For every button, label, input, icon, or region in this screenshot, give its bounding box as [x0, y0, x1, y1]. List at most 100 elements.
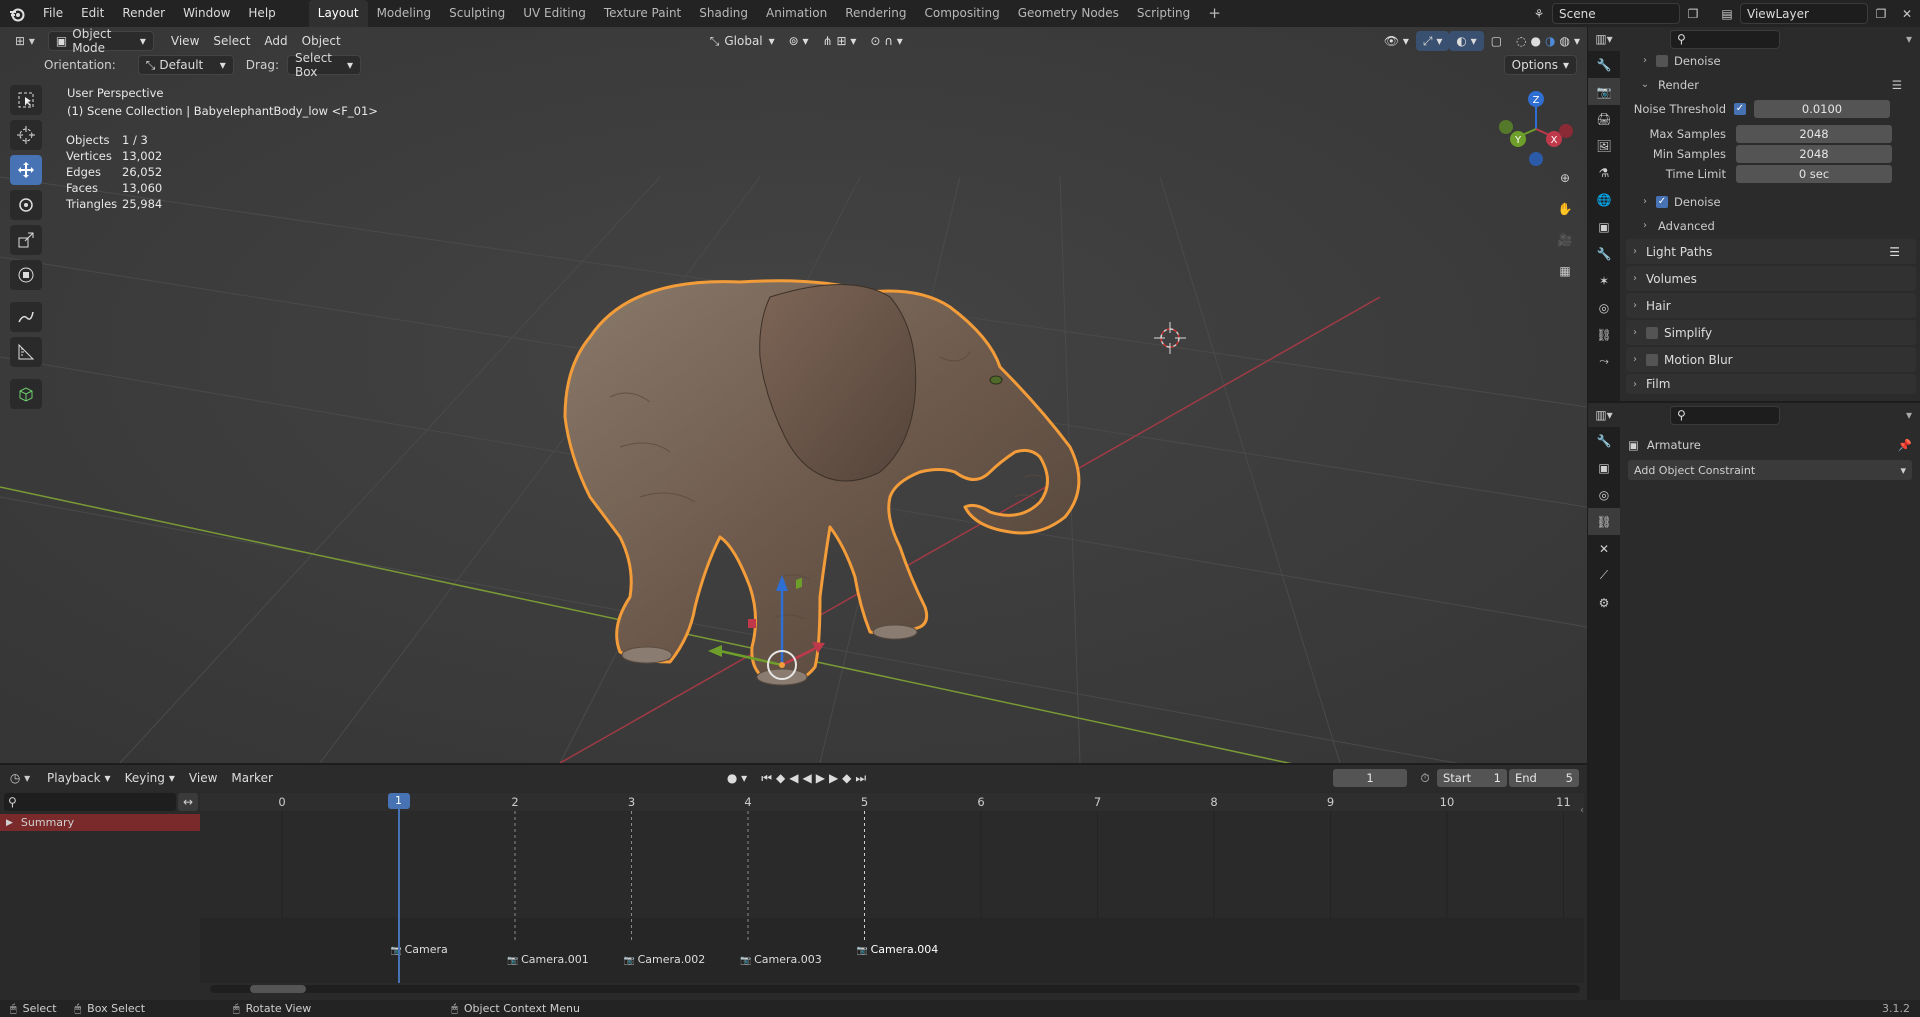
particles-tab-icon[interactable]: ✶	[1588, 267, 1620, 294]
jump-end-icon[interactable]: ⏭	[855, 771, 870, 786]
zoom-view-icon[interactable]: ⊕	[1552, 165, 1578, 191]
time-limit-field[interactable]: 0 sec	[1736, 164, 1892, 183]
pivot-point-icon[interactable]: ⊚ ▾	[782, 31, 816, 51]
physics-tab-icon[interactable]: ◎	[1588, 294, 1620, 321]
editor-type-icon[interactable]: ◷ ▾	[0, 771, 40, 785]
timeline-search-input[interactable]: ⚲	[4, 793, 176, 811]
add-workspace-button[interactable]: +	[1199, 0, 1230, 27]
denoise-top-row[interactable]: › Denoise	[1626, 51, 1916, 70]
min-samples-field[interactable]: 2048	[1736, 144, 1892, 163]
tab-geometry-nodes[interactable]: Geometry Nodes	[1009, 0, 1128, 27]
move-tool-icon[interactable]	[10, 155, 42, 185]
summary-channel[interactable]: ▶ Summary	[0, 814, 200, 831]
camera-marker[interactable]: 📷 Camera.003	[740, 953, 822, 966]
solid-shading-icon[interactable]: ●	[1531, 34, 1541, 48]
chevron-down-icon[interactable]: ▾	[1906, 32, 1912, 46]
tab-rendering[interactable]: Rendering	[836, 0, 915, 27]
tool-tab-icon[interactable]: 🔧	[1588, 51, 1620, 78]
playhead-frame[interactable]: 1	[387, 793, 410, 809]
tool-tab-icon[interactable]: 🔧	[1588, 427, 1620, 454]
measure-tool-icon[interactable]	[10, 337, 42, 367]
render-subpanel-header[interactable]: ⌄ Render ☰	[1626, 75, 1916, 94]
menu-object[interactable]: Object	[295, 31, 348, 51]
add-constraint-dropdown[interactable]: Add Object Constraint ▾	[1628, 460, 1912, 480]
copy-scene-icon[interactable]: ❐	[1680, 7, 1706, 21]
marker-menu[interactable]: Marker	[224, 768, 279, 788]
constraints-search-input[interactable]: ⚲	[1670, 405, 1780, 425]
menu-select[interactable]: Select	[206, 31, 257, 51]
film-panel[interactable]: › Film	[1626, 374, 1916, 394]
overlay-toggle-icon[interactable]: ◐ ▾	[1449, 31, 1484, 51]
view-layer-selector[interactable]: ViewLayer	[1740, 3, 1868, 24]
orientation-dropdown[interactable]: ⤡ Default ▾	[137, 55, 234, 75]
denoise-row[interactable]: › ✓ Denoise	[1626, 192, 1916, 211]
rotate-tool-icon[interactable]	[10, 190, 42, 220]
dopesheet-area[interactable]: 01234567891011 📷 Camera📷 Camera.001📷 Cam…	[200, 793, 1584, 983]
shading-modes[interactable]: ◌ ● ◑ ◍ ▾	[1509, 31, 1587, 51]
properties-search-input[interactable]: ⚲	[1670, 29, 1780, 49]
world-tab-icon[interactable]: 🌐	[1588, 186, 1620, 213]
menu-file[interactable]: File	[34, 0, 72, 27]
play-reverse-icon[interactable]: ◀	[802, 771, 815, 785]
list-icon[interactable]: ☰	[1889, 245, 1900, 259]
denoise-checkbox[interactable]: ✓	[1656, 195, 1668, 208]
menu-help[interactable]: Help	[239, 0, 284, 27]
3d-viewport[interactable]: ⊞ ▾ ▣ Object Mode ▾ View Select Add Obje…	[0, 27, 1587, 763]
pan-view-icon[interactable]: ✋	[1552, 196, 1578, 222]
scene-icon[interactable]: ⚘	[1526, 7, 1552, 21]
editor-type-icon[interactable]: ▥▾	[1588, 408, 1620, 422]
blender-logo-icon[interactable]	[0, 6, 34, 22]
view-layer-tab-icon[interactable]: 🖼	[1588, 132, 1620, 159]
close-view-layer-icon[interactable]: ✕	[1894, 7, 1920, 21]
volumes-panel[interactable]: › Volumes	[1626, 266, 1916, 291]
tab-texture-paint[interactable]: Texture Paint	[595, 0, 690, 27]
tab-sculpting[interactable]: Sculpting	[440, 0, 514, 27]
noise-threshold-checkbox[interactable]: ✓	[1734, 102, 1746, 115]
render-tab-icon[interactable]: 📷	[1588, 78, 1620, 105]
gizmo-toggle-icon[interactable]: ⤢ ▾	[1415, 31, 1450, 51]
view-layer-icon[interactable]: ▤	[1714, 7, 1740, 21]
rendered-shading-icon[interactable]: ◍	[1559, 34, 1569, 48]
motion-blur-checkbox[interactable]	[1646, 353, 1658, 366]
perspective-toggle-icon[interactable]: ▦	[1552, 258, 1578, 284]
tab-animation[interactable]: Animation	[757, 0, 836, 27]
end-frame-field[interactable]: End 5	[1509, 769, 1579, 787]
tab-modeling[interactable]: Modeling	[368, 0, 441, 27]
timeline-scrollbar[interactable]	[210, 985, 1580, 993]
material-shading-icon[interactable]: ◑	[1545, 34, 1555, 48]
scene-selector[interactable]: Scene	[1552, 3, 1680, 24]
tab-uv-editing[interactable]: UV Editing	[514, 0, 595, 27]
object-tab-icon[interactable]: ▣	[1588, 213, 1620, 240]
chevron-down-icon[interactable]: ▾	[1574, 34, 1580, 48]
list-icon[interactable]: ☰	[1892, 78, 1902, 92]
chevron-down-icon[interactable]: ▾	[1906, 408, 1912, 422]
xray-icon[interactable]: ▢	[1484, 31, 1509, 51]
jump-start-icon[interactable]: ⏮	[761, 771, 776, 786]
constraints-tab-icon[interactable]: ⛓	[1588, 321, 1620, 348]
copy-view-layer-icon[interactable]: ❐	[1868, 7, 1894, 21]
simplify-checkbox[interactable]	[1646, 326, 1658, 339]
hair-panel[interactable]: › Hair	[1626, 293, 1916, 318]
tab-compositing[interactable]: Compositing	[915, 0, 1008, 27]
tab-scripting[interactable]: Scripting	[1128, 0, 1199, 27]
advanced-row[interactable]: › Advanced	[1626, 216, 1916, 235]
playback-menu[interactable]: Playback ▾	[40, 768, 118, 788]
output-tab-icon[interactable]: 🖨	[1588, 105, 1620, 132]
start-frame-field[interactable]: Start 1	[1437, 769, 1507, 787]
keying-menu[interactable]: Keying ▾	[118, 768, 182, 788]
swap-icon[interactable]: ↔	[178, 793, 198, 811]
add-cube-tool-icon[interactable]	[10, 379, 42, 409]
transform-tool-icon[interactable]	[10, 260, 42, 290]
record-icon[interactable]: ● ▾	[720, 768, 754, 788]
constraints-tab-icon[interactable]: ⛓	[1588, 508, 1620, 535]
modifier-tab-icon[interactable]: 🔧	[1588, 240, 1620, 267]
motion-blur-panel[interactable]: › Motion Blur	[1626, 347, 1916, 372]
select-box-tool-icon[interactable]	[10, 85, 42, 115]
proportional-edit-icon[interactable]: ⊙ ∩ ▾	[863, 31, 910, 51]
scene-tab-icon[interactable]: ⚗	[1588, 159, 1620, 186]
playhead-line[interactable]	[397, 793, 400, 983]
play-icon[interactable]: ▶	[816, 771, 829, 785]
camera-marker[interactable]: 📷 Camera.002	[624, 953, 706, 966]
camera-marker[interactable]: 📷 Camera.001	[507, 953, 589, 966]
camera-view-icon[interactable]: 🎥	[1552, 227, 1578, 253]
